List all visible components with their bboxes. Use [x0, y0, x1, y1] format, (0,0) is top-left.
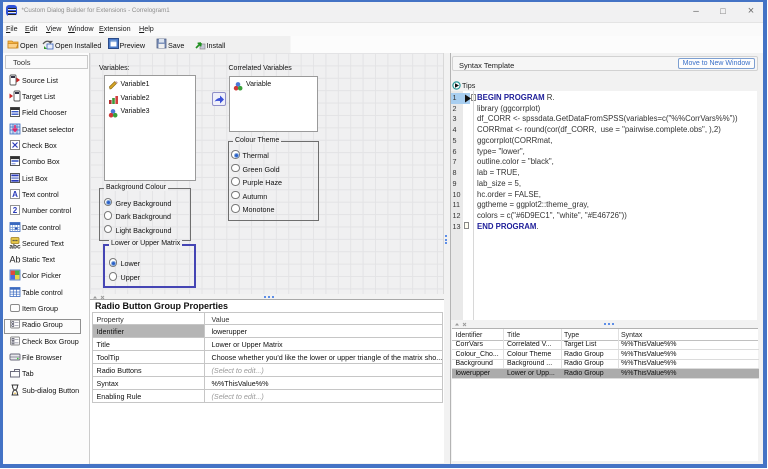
svg-text:2: 2: [13, 206, 18, 215]
svg-text:A: A: [12, 190, 18, 199]
svg-text:abc: abc: [9, 243, 21, 249]
svg-text:Ab: Ab: [9, 255, 20, 265]
